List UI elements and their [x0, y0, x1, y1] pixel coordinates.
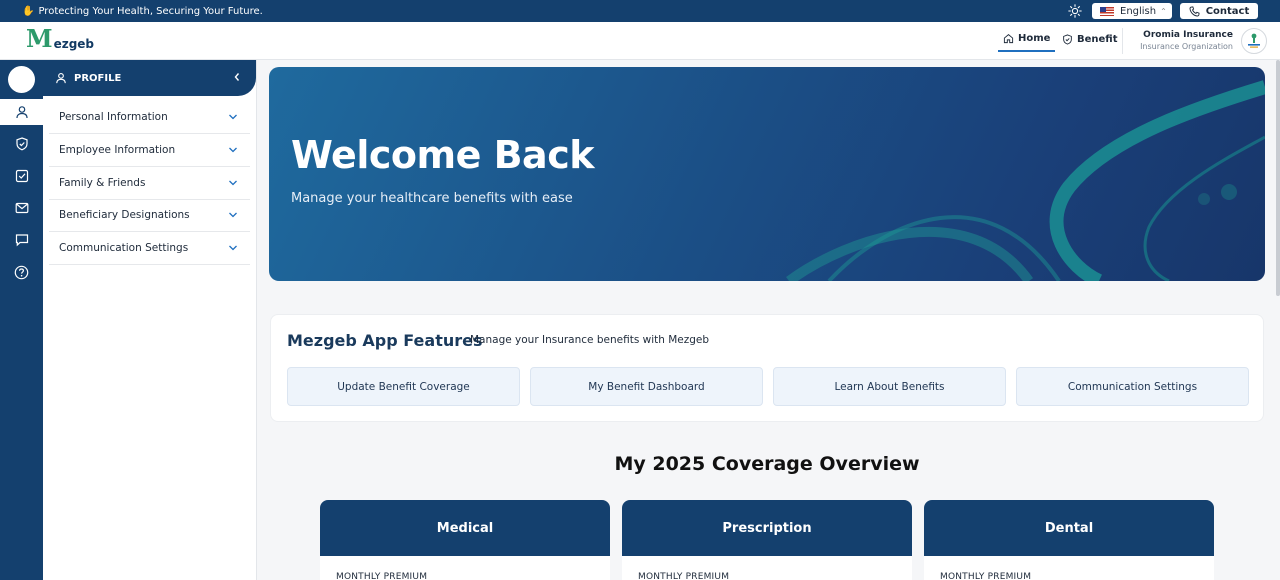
accordion-personal-information[interactable]: Personal Information	[49, 101, 250, 134]
phone-icon	[1189, 5, 1200, 16]
chevron-down-icon	[229, 245, 237, 251]
shield-check-icon	[15, 137, 28, 151]
user-avatar[interactable]	[8, 66, 35, 93]
card-premium-label: MONTHLY PREMIUM	[638, 572, 730, 580]
hero-title: Welcome Back	[291, 133, 595, 177]
accordion-label: Employee Information	[59, 144, 176, 156]
rail-messages[interactable]	[0, 195, 43, 221]
page-scrollbar[interactable]	[1276, 60, 1280, 296]
mail-icon	[15, 202, 28, 214]
accordion-communication-settings[interactable]: Communication Settings	[49, 232, 250, 265]
chevron-left-icon[interactable]	[232, 71, 242, 83]
message-icon	[15, 234, 28, 247]
header-divider	[1122, 28, 1123, 54]
coverage-card-medical[interactable]: Medical MONTHLY PREMIUM	[320, 500, 610, 580]
chevron-down-icon	[229, 180, 237, 186]
accordion-label: Personal Information	[59, 111, 168, 123]
profile-title: PROFILE	[74, 72, 122, 84]
accordion-family-friends[interactable]: Family & Friends	[49, 167, 250, 200]
learn-about-benefits-button[interactable]: Learn About Benefits	[773, 367, 1006, 406]
app-header: M ezgeb Home Benefit Oromia Insurance In…	[0, 22, 1280, 60]
accordion-employee-information[interactable]: Employee Information	[49, 134, 250, 167]
announcement-bar: ✋ Protecting Your Health, Securing Your …	[0, 0, 1280, 22]
nav-benefit-label: Benefit	[1077, 33, 1118, 45]
chevron-down-icon	[229, 114, 237, 120]
mezgeb-logo[interactable]: M ezgeb	[26, 24, 95, 53]
card-premium-label: MONTHLY PREMIUM	[940, 572, 1032, 580]
nav-benefit[interactable]: Benefit	[1062, 30, 1118, 52]
shield-icon	[1063, 33, 1072, 45]
language-label: English	[1120, 5, 1157, 17]
profile-panel-header: PROFILE	[43, 60, 256, 96]
nav-home-label: Home	[1018, 32, 1051, 44]
chevron-updown-icon: ⌃	[1160, 6, 1167, 16]
communication-settings-button[interactable]: Communication Settings	[1016, 367, 1249, 406]
chevron-down-icon	[229, 212, 237, 218]
rail-chat[interactable]	[0, 227, 43, 253]
help-icon	[14, 265, 29, 279]
welcome-banner: Welcome Back Manage your healthcare bene…	[269, 67, 1265, 281]
oromia-logo-icon	[1248, 33, 1260, 48]
coverage-card-dental[interactable]: Dental MONTHLY PREMIUM	[924, 500, 1214, 580]
tagline: Protecting Your Health, Securing Your Fu…	[38, 5, 263, 17]
rail-profile[interactable]	[0, 99, 43, 125]
update-benefit-coverage-button[interactable]: Update Benefit Coverage	[287, 367, 520, 406]
checkbox-icon	[15, 169, 28, 183]
language-select[interactable]: English ⌃	[1092, 3, 1172, 19]
features-card: Mezgeb App Features Manage your Insuranc…	[270, 314, 1264, 422]
chevron-down-icon	[229, 147, 237, 153]
my-benefit-dashboard-button[interactable]: My Benefit Dashboard	[530, 367, 763, 406]
accordion-beneficiary-designations[interactable]: Beneficiary Designations	[49, 199, 250, 232]
rail-tasks[interactable]	[0, 163, 43, 189]
features-title: Mezgeb App Features	[287, 331, 483, 350]
card-title: Medical	[320, 500, 610, 556]
nav-home[interactable]: Home	[998, 30, 1056, 52]
sun-icon[interactable]	[1068, 4, 1082, 18]
accordion-label: Communication Settings	[59, 242, 189, 254]
coverage-overview-title: My 2025 Coverage Overview	[614, 453, 920, 475]
profile-panel: PROFILE Personal Information Employee In…	[43, 60, 257, 580]
hand-icon: ✋	[22, 5, 35, 17]
contact-label: Contact	[1205, 5, 1250, 17]
card-premium-label: MONTHLY PREMIUM	[336, 572, 428, 580]
org-name: Oromia Insurance	[1143, 30, 1233, 40]
hero-subtitle: Manage your healthcare benefits with eas…	[291, 191, 573, 206]
card-title: Prescription	[622, 500, 912, 556]
user-icon	[15, 106, 28, 119]
rail-benefits[interactable]	[0, 131, 43, 157]
features-subtitle: Manage your Insurance benefits with Mezg…	[470, 334, 710, 346]
user-icon	[56, 72, 66, 84]
contact-button[interactable]: Contact	[1180, 3, 1258, 19]
rail-help[interactable]	[0, 259, 43, 285]
icon-rail	[0, 60, 43, 580]
accordion-label: Beneficiary Designations	[59, 209, 190, 221]
coverage-card-prescription[interactable]: Prescription MONTHLY PREMIUM	[622, 500, 912, 580]
org-logo-avatar[interactable]	[1241, 28, 1267, 54]
logo-text: ezgeb	[53, 37, 95, 51]
org-type: Insurance Organization	[1140, 42, 1233, 51]
us-flag-icon	[1100, 6, 1114, 16]
card-title: Dental	[924, 500, 1214, 556]
logo-mark: M	[26, 24, 53, 53]
home-icon	[1003, 33, 1014, 43]
accordion-label: Family & Friends	[59, 177, 146, 189]
